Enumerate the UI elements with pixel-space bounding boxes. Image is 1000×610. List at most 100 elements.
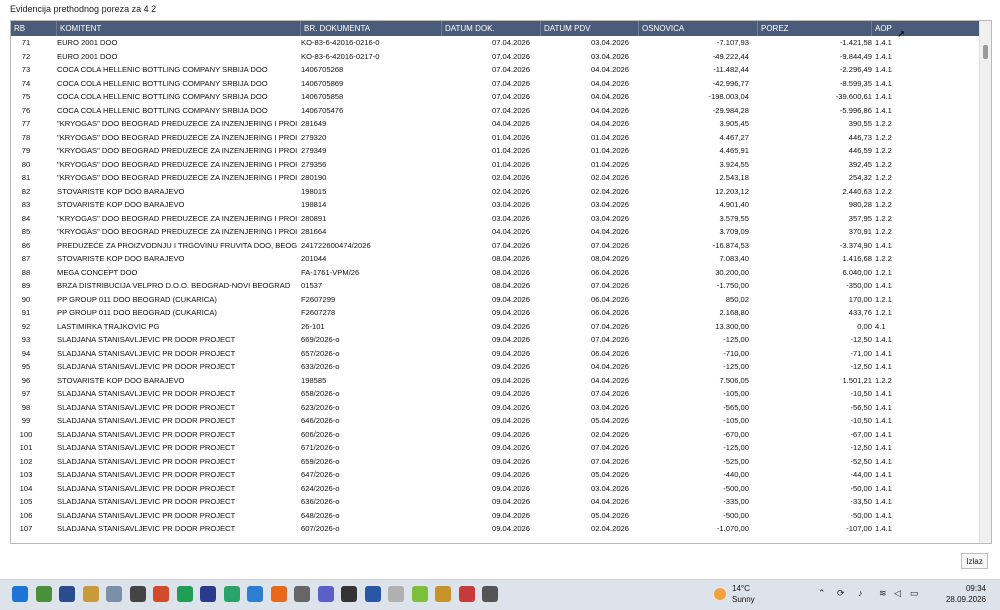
header-rb[interactable]: RB: [11, 21, 57, 36]
header-porez[interactable]: POREZ: [758, 21, 872, 36]
table-row[interactable]: 79 "KRYOGAS" DOO BEOGRAD PREDUZECE ZA INZ…: [11, 144, 979, 158]
chat-app-icon[interactable]: [223, 586, 240, 602]
cell-aop: 1.4.1: [875, 240, 892, 250]
photos-app-icon[interactable]: [247, 586, 263, 602]
table-row[interactable]: 75 COCA COLA HELLENIC BOTTLING COMPANY SR…: [11, 90, 979, 104]
cell-datum-dok: 09.04.2026: [491, 348, 530, 358]
table-row[interactable]: 88 MEGA CONCEPT DOO FA-1761-VPM/26 08.04.20…: [11, 266, 979, 280]
header-datum-dok[interactable]: DATUM DOK.: [442, 21, 541, 36]
vertical-scrollbar[interactable]: [979, 21, 991, 543]
explorer-icon[interactable]: [35, 586, 52, 602]
table-row[interactable]: 83 STOVARISTE KOP DOO BARAJEVO 198814 03.04…: [11, 198, 979, 212]
header-br-dokumenta[interactable]: BR. DOKUMENTA: [301, 21, 442, 36]
files-app-icon[interactable]: [388, 586, 404, 602]
tray-volume-icon[interactable]: ◁: [894, 588, 901, 599]
cell-datum-dok: 09.04.2026: [491, 456, 530, 466]
table-row[interactable]: 95 SLADJANA STANISAVLJEVIC PR DOOR PROJEC…: [11, 360, 979, 374]
cell-rb: 99: [21, 416, 31, 425]
table-row[interactable]: 81 "KRYOGAS" DOO BEOGRAD PREDUZECE ZA INZ…: [11, 171, 979, 185]
document-app-icon[interactable]: [364, 586, 381, 602]
table-row[interactable]: 92 LASTIMIRKA TRAJKOVIC PG 26-101 09.04.202…: [11, 320, 979, 334]
clock-date[interactable]: 28.09.2026: [926, 595, 986, 604]
table-row[interactable]: 98 SLADJANA STANISAVLJEVIC PR DOOR PROJEC…: [11, 401, 979, 415]
cell-rb: 89: [21, 281, 31, 290]
firefox-icon[interactable]: [270, 586, 287, 602]
tray-chevron-icon[interactable]: ⌃: [818, 588, 826, 599]
remote-desktop-icon[interactable]: [200, 586, 216, 602]
tools-app-icon[interactable]: [294, 586, 310, 602]
print-app-icon[interactable]: [482, 586, 498, 602]
archive-app-icon[interactable]: [82, 586, 99, 602]
table-row[interactable]: 82 STOVARISTE KOP DOO BARAJEVO 198015 02.04…: [11, 185, 979, 199]
cell-datum-pdv: 01.04.2026: [590, 159, 629, 169]
table-row[interactable]: 104 SLADJANA STANISAVLJEVIC PR DOOR PROJE…: [11, 482, 979, 496]
table-row[interactable]: 77 "KRYOGAS" DOO BEOGRAD PREDUZECE ZA INZ…: [11, 117, 979, 131]
sql-app-icon[interactable]: [106, 586, 122, 602]
table-row[interactable]: 106 SLADJANA STANISAVLJEVIC PR DOOR PROJE…: [11, 509, 979, 523]
table-row[interactable]: 99 SLADJANA STANISAVLJEVIC PR DOOR PROJEC…: [11, 414, 979, 428]
table-row[interactable]: 100 SLADJANA STANISAVLJEVIC PR DOOR PROJE…: [11, 428, 979, 442]
windows-start-icon[interactable]: [12, 586, 28, 602]
cell-osnovica: 850,02: [725, 294, 749, 304]
cell-osnovica: -335,00: [723, 497, 749, 506]
table-row[interactable]: 96 STOVARISTE KOP DOO BARAJEVO 198585 09.04…: [11, 374, 979, 388]
table-row[interactable]: 97 SLADJANA STANISAVLJEVIC PR DOOR PROJEC…: [11, 387, 979, 401]
table-row[interactable]: 94 SLADJANA STANISAVLJEVIC PR DOOR PROJEC…: [11, 347, 979, 361]
weather-desc[interactable]: Sunny: [732, 595, 755, 604]
cell-porez: 254,32: [848, 173, 872, 182]
table-row[interactable]: 93 SLADJANA STANISAVLJEVIC PR DOOR PROJEC…: [11, 333, 979, 347]
table-row[interactable]: 72 EURO 2001 DOO KO-83-6-42016-0217-0 07.04…: [11, 50, 979, 64]
table-row[interactable]: 84 "KRYOGAS" DOO BEOGRAD PREDUZECE ZA INZ…: [11, 212, 979, 226]
notes-app-icon[interactable]: [458, 586, 475, 602]
table-row[interactable]: 78 "KRYOGAS" DOO BEOGRAD PREDUZECE ZA INZ…: [11, 131, 979, 145]
table-row[interactable]: 103 SLADJANA STANISAVLJEVIC PR DOOR PROJE…: [11, 468, 979, 482]
cell-osnovica: -500,00: [723, 510, 749, 520]
header-datum-pdv[interactable]: DATUM PDV: [541, 21, 639, 36]
header-komitent[interactable]: KOMITENT: [57, 21, 301, 36]
table-row[interactable]: 76 COCA COLA HELLENIC BOTTLING COMPANY SR…: [11, 104, 979, 118]
table-row[interactable]: 107 SLADJANA STANISAVLJEVIC PR DOOR PROJE…: [11, 522, 979, 536]
tray-sync-icon[interactable]: ⟳: [837, 588, 845, 599]
header-osnovica[interactable]: OSNOVICA: [639, 21, 758, 36]
cell-aop: 1.2.2: [875, 173, 892, 182]
table-row[interactable]: 71 EURO 2001 DOO KO-83-6-42016-0216-0 07.04…: [11, 36, 979, 50]
tray-wifi-icon[interactable]: ≋: [879, 588, 887, 599]
mail-app-icon[interactable]: [129, 586, 146, 602]
tax-grid[interactable]: RB KOMITENT BR. DOKUMENTA DATUM DOK. DAT…: [10, 20, 992, 544]
green-app-icon[interactable]: [411, 586, 428, 602]
pdf-app-icon[interactable]: [435, 586, 451, 602]
table-row[interactable]: 86 PREDUZEĆE ZA PROIZVODNJU I TRGOVINU FR…: [11, 239, 979, 253]
table-row[interactable]: 87 STOVARISTE KOP DOO BARAJEVO 201044 08.04…: [11, 252, 979, 266]
header-aop[interactable]: AOP: [872, 21, 979, 36]
save-app-icon[interactable]: [59, 586, 75, 602]
tray-battery-icon[interactable]: ▭: [910, 588, 919, 599]
cell-datum-pdv: 07.04.2026: [590, 456, 629, 466]
table-row[interactable]: 73 COCA COLA HELLENIC BOTTLING COMPANY SR…: [11, 63, 979, 77]
table-row[interactable]: 90 PP GROUP 011 DOO BEOGRAD (CUKARICA) F26…: [11, 293, 979, 307]
cell-datum-dok: 03.04.2026: [491, 213, 530, 223]
scrollbar-thumb[interactable]: [983, 45, 988, 59]
spreadsheet-app-icon[interactable]: [176, 586, 193, 602]
cell-rb: 73: [21, 65, 31, 74]
cell-porez: -1.421,58: [839, 38, 872, 47]
table-row[interactable]: 85 "KRYOGAS" DOO BEOGRAD PREDUZECE ZA INZ…: [11, 225, 979, 239]
table-row[interactable]: 74 COCA COLA HELLENIC BOTTLING COMPANY SR…: [11, 77, 979, 91]
cell-datum-dok: 02.04.2026: [491, 173, 530, 182]
table-row[interactable]: 102 SLADJANA STANISAVLJEVIC PR DOOR PROJE…: [11, 455, 979, 469]
table-row[interactable]: 105 SLADJANA STANISAVLJEVIC PR DOOR PROJE…: [11, 495, 979, 509]
report-app-icon[interactable]: [153, 586, 169, 602]
cell-aop: 1.2.2: [875, 213, 892, 223]
weather-sun-icon[interactable]: [714, 588, 726, 600]
settings-app-icon[interactable]: [341, 586, 357, 602]
table-row[interactable]: 101 SLADJANA STANISAVLJEVIC PR DOOR PROJE…: [11, 441, 979, 455]
clock-time[interactable]: 09:34: [938, 584, 986, 593]
teams-icon[interactable]: [317, 586, 334, 602]
cell-porez: 0,00: [857, 321, 872, 331]
close-button[interactable]: Izlaz: [961, 553, 988, 569]
weather-temp[interactable]: 14°C: [732, 584, 750, 593]
table-row[interactable]: 91 PP GROUP 011 DOO BEOGRAD (CUKARICA) F26…: [11, 306, 979, 320]
tray-mic-icon[interactable]: ♪: [858, 588, 863, 598]
table-row[interactable]: 89 BRZA DISTRIBUCIJA VELPRO D.O.O. BEOGRA…: [11, 279, 979, 293]
cell-datum-pdv: 06.04.2026: [590, 294, 629, 304]
table-row[interactable]: 80 "KRYOGAS" DOO BEOGRAD PREDUZECE ZA INZ…: [11, 158, 979, 172]
